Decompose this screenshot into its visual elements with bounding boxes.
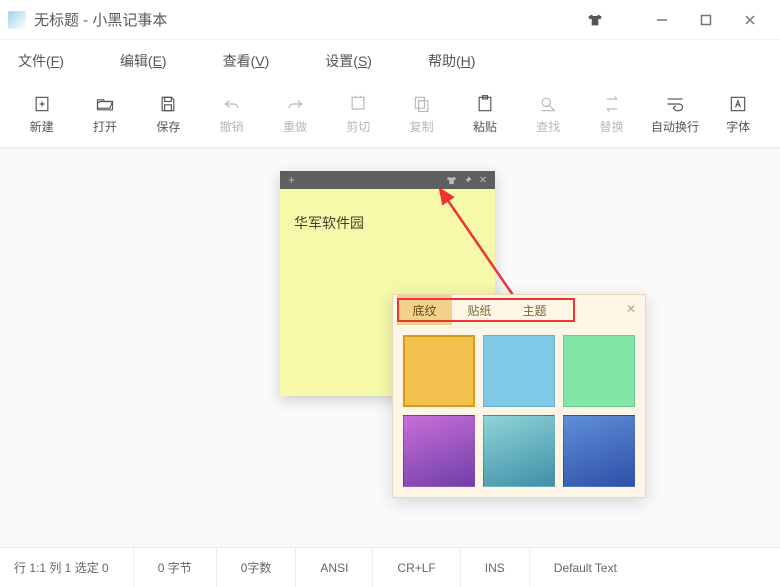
toolbar-new[interactable]: 新建 [10,87,73,143]
editor-canvas[interactable]: + ✕ 华军软件园 底纹 贴纸 主题 ✕ [0,148,780,547]
sticky-skin-icon[interactable] [443,172,459,188]
sticky-close-icon[interactable]: ✕ [475,172,491,188]
paste-icon [475,94,495,114]
toolbar-cut[interactable]: 剪切 [327,87,390,143]
sticky-header: + ✕ [280,171,495,189]
status-eol[interactable]: CR+LF [373,548,460,587]
toolbar-wrap[interactable]: 自动换行 [643,87,706,143]
menu-file[interactable]: 文件(F) [4,47,78,75]
toolbar-undo[interactable]: 撤销 [200,87,263,143]
toolbar-save[interactable]: 保存 [137,87,200,143]
status-bytes: 0 字节 [134,548,217,587]
tab-sticker[interactable]: 贴纸 [452,295,507,325]
skin-button[interactable] [580,5,610,35]
swatch-light-blue[interactable] [483,335,555,407]
title-bar: 无标题 - 小黑记事本 [0,0,780,40]
cut-icon [348,94,368,114]
new-file-icon [32,94,52,114]
wrap-icon [665,94,685,114]
sticky-pin-icon[interactable] [459,172,475,188]
status-position: 行 1:1 列 1 选定 0 [8,548,134,587]
status-encoding[interactable]: ANSI [296,548,373,587]
undo-icon [222,94,242,114]
swatch-light-green[interactable] [563,335,635,407]
app-icon [8,11,26,29]
menu-view[interactable]: 查看(V) [209,47,284,75]
swatch-grid [393,325,645,497]
status-bar: 行 1:1 列 1 选定 0 0 字节 0字数 ANSI CR+LF INS D… [0,547,780,587]
toolbar-open[interactable]: 打开 [73,87,136,143]
toolbar: 新建 打开 保存 撤销 重做 剪切 复制 粘贴 查找 替换 自动换行 字体 [0,82,780,148]
save-icon [158,94,178,114]
menu-bar: 文件(F) 编辑(E) 查看(V) 设置(S) 帮助(H) [0,40,780,82]
menu-help[interactable]: 帮助(H) [414,47,489,75]
open-icon [95,94,115,114]
tab-texture[interactable]: 底纹 [397,295,452,325]
status-mode[interactable]: INS [461,548,530,587]
swatch-teal-gradient[interactable] [483,415,555,487]
tab-theme[interactable]: 主题 [507,295,562,325]
find-icon [538,94,558,114]
toolbar-redo[interactable]: 重做 [263,87,326,143]
menu-edit[interactable]: 编辑(E) [106,47,181,75]
toolbar-paste[interactable]: 粘贴 [453,87,516,143]
toolbar-copy[interactable]: 复制 [390,87,453,143]
swatch-blue-gradient[interactable] [563,415,635,487]
status-chars: 0字数 [217,548,297,587]
menu-settings[interactable]: 设置(S) [311,47,386,75]
replace-icon [602,94,622,114]
toolbar-replace[interactable]: 替换 [580,87,643,143]
close-button[interactable] [728,0,772,40]
font-icon [728,94,748,114]
panel-close-icon[interactable]: ✕ [623,301,639,317]
toolbar-font[interactable]: 字体 [707,87,770,143]
swatch-orange[interactable] [403,335,475,407]
sticky-add-button[interactable]: + [284,173,299,187]
toolbar-find[interactable]: 查找 [517,87,580,143]
swatch-purple-gradient[interactable] [403,415,475,487]
status-theme[interactable]: Default Text [530,548,641,587]
minimize-button[interactable] [640,0,684,40]
window-title: 无标题 - 小黑记事本 [34,9,167,30]
theme-panel: 底纹 贴纸 主题 ✕ [392,294,646,498]
copy-icon [412,94,432,114]
theme-tab-bar: 底纹 贴纸 主题 [393,295,645,325]
redo-icon [285,94,305,114]
maximize-button[interactable] [684,0,728,40]
